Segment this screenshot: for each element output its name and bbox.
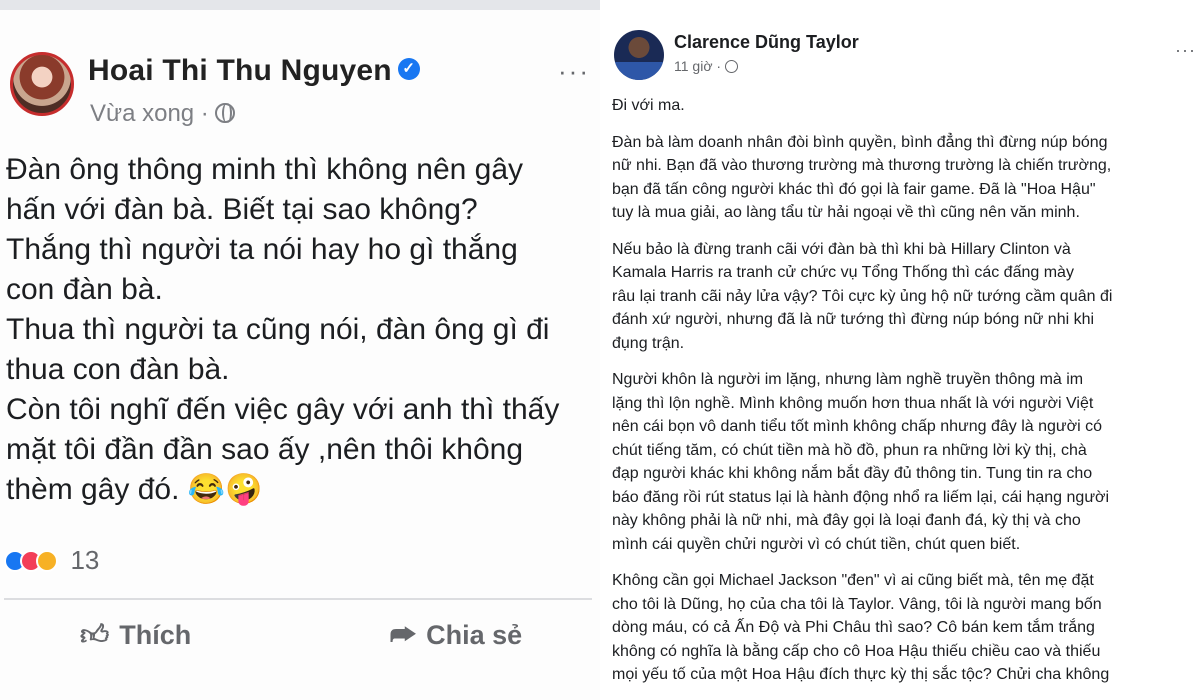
post-body-line: thèm gây đó. 😂🤪 (6, 473, 263, 506)
post-paragraph-line: này không phải là nữ nhi, mà đây gọi là … (612, 512, 1081, 529)
post-paragraph-line: dòng máu, có cả Ấn Độ và Phi Châu thì sa… (612, 619, 1095, 636)
post-paragraph-line: Không cần gọi Michael Jackson "đen" vì a… (612, 572, 1094, 589)
post-body-line: Còn tôi nghĩ đến việc gây với anh thì th… (6, 393, 560, 426)
post-paragraph-line: mọi yếu tố của một Hoa Hậu đích thực kỳ … (612, 666, 1110, 683)
post-paragraph-line: đánh xứ người, nhưng đã là nữ tướng thì … (612, 311, 1095, 328)
left-post-card: Hoai Thi Thu Nguyen ✓ Vừa xong · ··· Đàn … (0, 0, 600, 700)
post-paragraph-line: nữ nhi. Bạn đã vào thương trường mà thươ… (612, 157, 1112, 174)
post-timestamp[interactable]: Vừa xong (90, 100, 194, 127)
more-options-button[interactable]: ··· (558, 56, 590, 87)
post-paragraph-line: mình cái quyền chửi người vì có chút tiề… (612, 535, 1021, 553)
post-timestamp[interactable]: 11 giờ · (674, 58, 721, 74)
post-paragraph-line: Kamala Harris ra tranh cử chức vụ Tổng T… (612, 264, 1074, 281)
post-paragraph: Không cần gọi Michael Jackson "đen" vì a… (612, 569, 1200, 687)
post-paragraph-line: báo đăng rồi rút status lại là hành động… (612, 488, 1110, 506)
post-body: Đi với ma. Đàn bà làm doanh nhân đòi bình… (612, 94, 1200, 700)
post-paragraph: Đàn bà làm doanh nhân đòi bình quyền, bì… (612, 131, 1200, 225)
post-paragraph-line: bạn đã tấn công người khác thì đó gọi là… (612, 180, 1096, 198)
post-paragraph-line: nên cái bọn vô danh tiểu tốt mình không … (612, 418, 1103, 435)
post-meta: Vừa xong · (90, 100, 235, 128)
share-button-label: Chia sẻ (426, 619, 523, 650)
post-body-line: thua con đàn bà. (6, 353, 230, 386)
post-body-line: con đàn bà. (6, 273, 163, 306)
post-paragraph-line: chút tiếng tăm, có chút tiền mà hồ đồ, p… (612, 441, 1087, 459)
author-name[interactable]: Hoai Thi Thu Nguyen ✓ (88, 54, 420, 88)
separator (600, 0, 608, 700)
right-post-card: Clarence Dũng Taylor 11 giờ · ··· Đi với… (608, 0, 1200, 700)
reaction-count[interactable]: 13 (70, 545, 99, 576)
post-paragraph-line: Đi với ma. (612, 97, 685, 114)
post-paragraph-line: Nếu bảo là đừng tranh cãi với đàn bà thì… (612, 240, 1071, 258)
post-paragraph-line: râu lại tranh cãi nảy lửa vậy? Tôi cực k… (612, 287, 1113, 305)
globe-icon (214, 102, 235, 123)
share-arrow-icon: ⮫ (390, 618, 417, 650)
post-actions: 👍︎ Thích ⮫ Chia sẻ (0, 612, 600, 658)
post-body: Đàn ông thông minh thì không nên gây hấn … (6, 150, 596, 510)
more-options-button[interactable]: ··· (1175, 40, 1196, 61)
post-paragraph: Nếu bảo là đừng tranh cãi với đàn bà thì… (612, 238, 1200, 356)
post-paragraph: Người khôn là người im lặng, nhưng làm n… (612, 368, 1200, 556)
author-name-text[interactable]: Hoai Thi Thu Nguyen (88, 54, 392, 87)
post-body-line: Đàn ông thông minh thì không nên gây (6, 153, 524, 186)
post-paragraph-line: không có nghĩa là bằng cấp cho cô Hoa Hậ… (612, 642, 1101, 660)
post-paragraph-line: cho tôi là Dũng, họ của cha tôi là Taylo… (612, 595, 1102, 613)
post-meta: 11 giờ · (674, 58, 739, 74)
reactions-summary[interactable]: 13 (4, 545, 99, 577)
left-post-header: Hoai Thi Thu Nguyen ✓ Vừa xong · ··· (10, 50, 590, 140)
author-avatar[interactable] (10, 52, 74, 116)
post-paragraph-line: Đàn bà làm doanh nhân đòi bình quyền, bì… (612, 133, 1108, 151)
verified-badge-icon: ✓ (397, 58, 420, 81)
author-avatar[interactable] (614, 30, 664, 80)
globe-icon (725, 59, 739, 73)
thumbs-up-icon: 👍︎ (80, 619, 110, 650)
post-body-line: Thua thì người ta cũng nói, đàn ông gì đ… (6, 313, 550, 346)
post-paragraph-line: lặng thì lộn nghề. Mình không muốn hơn t… (612, 394, 1094, 412)
post-paragraph-line: đụng trận. (612, 334, 685, 352)
share-button[interactable]: ⮫ Chia sẻ (390, 612, 522, 658)
post-paragraph: Đi với ma. (612, 94, 1200, 118)
post-body-line: mặt tôi đần đần sao ấy ,nên thôi không (6, 433, 524, 466)
post-paragraph-line: đạp người khác khi không nắm bắt đầy đủ … (612, 465, 1093, 482)
haha-reaction-icon (36, 549, 58, 572)
top-bar (0, 0, 600, 10)
like-button[interactable]: 👍︎ Thích (80, 612, 191, 658)
author-name[interactable]: Clarence Dũng Taylor (674, 32, 859, 53)
post-body-line: Thắng thì người ta nói hay ho gì thắng (6, 233, 518, 266)
post-paragraph-line: tuy là mua giải, ao làng tẩu từ hải ngoạ… (612, 204, 1080, 221)
post-paragraph-line: Người khôn là người im lặng, nhưng làm n… (612, 371, 1084, 388)
post-body-line: hấn với đàn bà. Biết tại sao không? (6, 193, 478, 226)
divider (4, 598, 592, 600)
like-button-label: Thích (119, 619, 192, 650)
